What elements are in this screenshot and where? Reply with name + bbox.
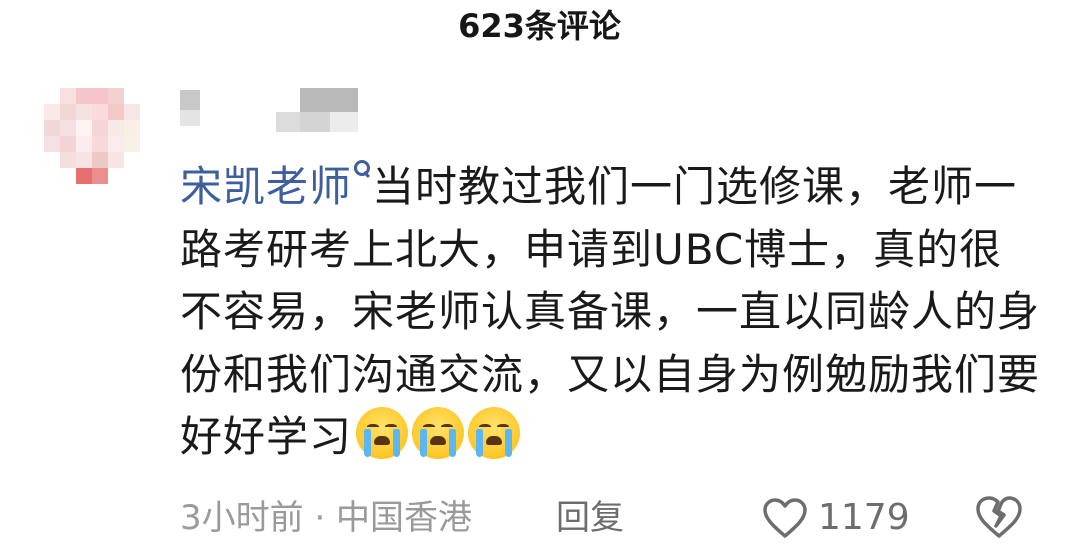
heart-outline-icon[interactable] (762, 497, 808, 539)
broken-heart-icon[interactable] (974, 494, 1024, 540)
like-button[interactable]: 1179 (762, 494, 910, 542)
search-person-icon (354, 160, 371, 190)
crying-face-icon (468, 407, 521, 459)
like-count: 1179 (818, 497, 910, 538)
reply-button[interactable]: 回复 (556, 496, 624, 540)
username-redacted[interactable] (180, 88, 380, 136)
comment-meta: 3小时前 · 中国香港 (180, 498, 473, 538)
mention-link[interactable]: 宋凯老师 (180, 162, 352, 211)
comment-panel: 623条评论 宋凯老师 当时教过我们一门选修课，老师一路考研考上北大，申请到UBC… (0, 0, 1079, 546)
dislike-button[interactable] (974, 494, 1024, 544)
avatar[interactable] (44, 88, 156, 200)
comment-text: 宋凯老师 当时教过我们一门选修课，老师一路考研考上北大，申请到UBC博士，真的很不… (180, 156, 1040, 469)
page-title: 623条评论 (458, 7, 621, 45)
crying-face-icon (356, 407, 409, 459)
crying-face-icon (412, 407, 465, 459)
